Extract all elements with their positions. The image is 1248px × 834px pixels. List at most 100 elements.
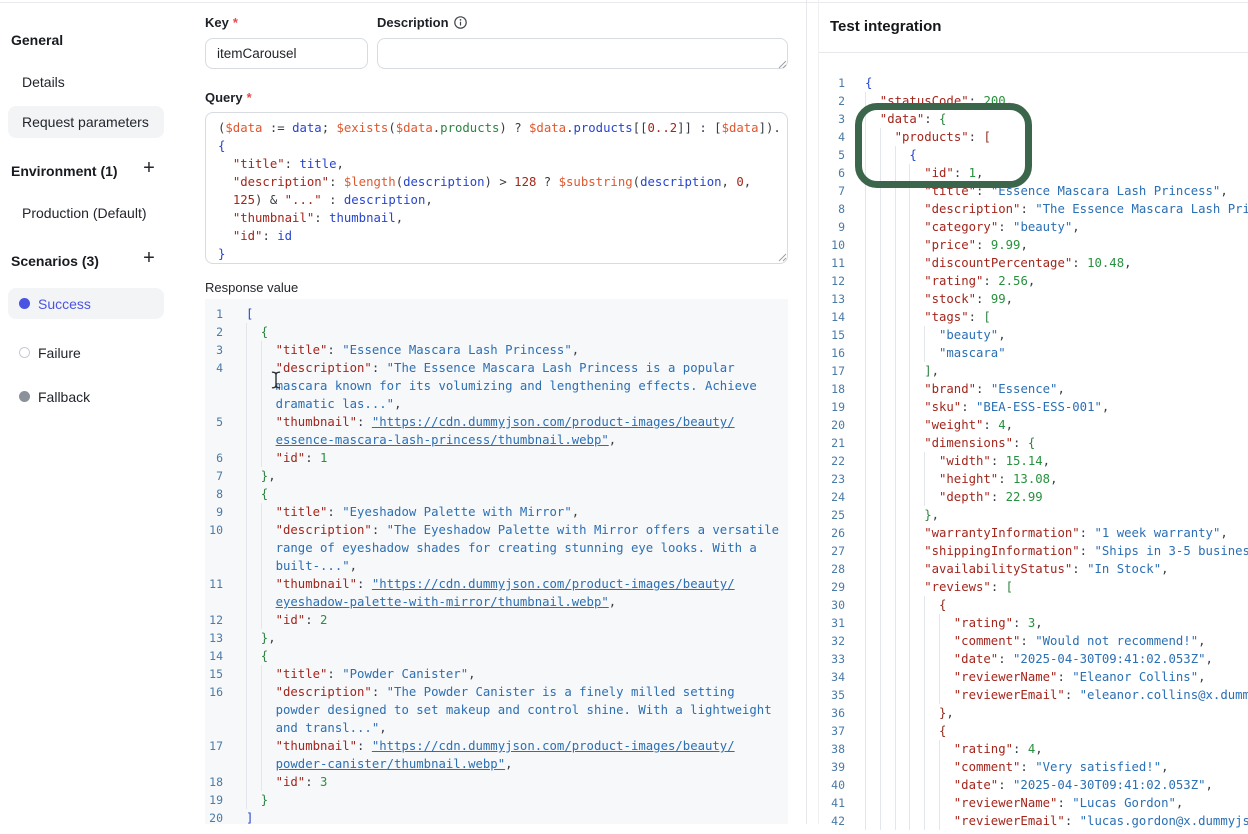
code-line: 17"thumbnail": "https://cdn.dummyjson.co…	[205, 737, 788, 755]
code-line: eyeshadow-palette-with-mirror/thumbnail.…	[205, 593, 788, 611]
code-line: 2{	[205, 323, 788, 341]
code-line: 10"description": "The Eyeshadow Palette …	[205, 521, 788, 539]
test-integration-title: Test integration	[830, 18, 941, 35]
code-line: powder designed to set makeup and contro…	[205, 701, 788, 719]
code-line: 8{	[205, 485, 788, 503]
code-line: 5{	[830, 146, 1248, 164]
code-line: 6"id": 1	[205, 449, 788, 467]
sidebar-section-scenarios: Scenarios (3)	[11, 253, 99, 269]
code-line: 17],	[830, 362, 1248, 380]
code-line: {	[218, 137, 787, 155]
code-line: 12"id": 2	[205, 611, 788, 629]
scenario-item-success[interactable]: Success	[8, 288, 164, 319]
description-textarea[interactable]	[377, 38, 788, 69]
code-line: 37{	[830, 722, 1248, 740]
scenario-item-fallback[interactable]: Fallback	[8, 381, 164, 412]
code-line: mascara known for its volumizing and len…	[205, 377, 788, 395]
code-line: 35"reviewerEmail": "eleanor.collins@x.du…	[830, 686, 1248, 704]
code-line: 34"reviewerName": "Eleanor Collins",	[830, 668, 1248, 686]
code-line: 1[	[205, 305, 788, 323]
code-line: 27"shippingInformation": "Ships in 3-5 b…	[830, 542, 1248, 560]
code-line: 15"beauty",	[830, 326, 1248, 344]
scenario-item-failure[interactable]: Failure	[8, 337, 164, 368]
required-asterisk: *	[247, 90, 252, 105]
code-line: 23"height": 13.08,	[830, 470, 1248, 488]
query-label: Query*	[205, 90, 252, 105]
sidebar-item-details[interactable]: Details	[8, 66, 164, 98]
key-input[interactable]	[205, 38, 368, 69]
code-line: 11"thumbnail": "https://cdn.dummyjson.co…	[205, 575, 788, 593]
code-line: range of eyeshadow shades for creating s…	[205, 539, 788, 557]
sidebar-item-production[interactable]: Production (Default)	[8, 197, 164, 229]
code-line: 28"availabilityStatus": "In Stock",	[830, 560, 1248, 578]
code-line: 42"reviewerEmail": "lucas.gordon@x.dummy…	[830, 812, 1248, 830]
code-line: 21"dimensions": {	[830, 434, 1248, 452]
code-line: ($data := data; $exists($data.products) …	[218, 119, 787, 137]
code-line: 4"description": "The Essence Mascara Las…	[205, 359, 788, 377]
code-line: "description": $length(description) > 12…	[218, 173, 787, 191]
code-line: 3"title": "Essence Mascara Lash Princess…	[205, 341, 788, 359]
add-scenario-button[interactable]: +	[138, 247, 160, 269]
code-line: 32"comment": "Would not recommend!",	[830, 632, 1248, 650]
code-line: 16"description": "The Powder Canister is…	[205, 683, 788, 701]
sidebar: General Details Request parameters Envir…	[0, 0, 196, 824]
code-line: 13},	[205, 629, 788, 647]
plus-icon: +	[143, 157, 155, 180]
response-value-label: Response value	[205, 280, 298, 295]
code-line: 36},	[830, 704, 1248, 722]
info-icon	[454, 16, 467, 29]
sidebar-section-general: General	[11, 32, 63, 48]
code-line: 31"rating": 3,	[830, 614, 1248, 632]
code-line: 26"warrantyInformation": "1 week warrant…	[830, 524, 1248, 542]
code-line: 18"brand": "Essence",	[830, 380, 1248, 398]
code-line: "id": id	[218, 227, 787, 245]
code-line: 30{	[830, 596, 1248, 614]
required-asterisk: *	[233, 15, 238, 30]
code-line: 7"title": "Essence Mascara Lash Princess…	[830, 182, 1248, 200]
code-line: 19}	[205, 791, 788, 809]
test-integration-content: Test integration 1{2"statusCode": 200,3"…	[818, 0, 1248, 824]
response-value-editor[interactable]: 1[2{3"title": "Essence Mascara Lash Prin…	[205, 299, 788, 824]
code-line: 4"products": [	[830, 128, 1248, 146]
code-line: essence-mascara-lash-princess/thumbnail.…	[205, 431, 788, 449]
code-line: }	[218, 245, 787, 263]
code-line: 39"comment": "Very satisfied!",	[830, 758, 1248, 776]
code-line: 3"data": {	[830, 110, 1248, 128]
code-line: 24"depth": 22.99	[830, 488, 1248, 506]
code-line: 25},	[830, 506, 1248, 524]
test-output-editor[interactable]: 1{2"statusCode": 200,3"data": {4"product…	[819, 74, 1248, 834]
code-line: 29"reviews": [	[830, 578, 1248, 596]
add-environment-button[interactable]: +	[138, 157, 160, 179]
code-line: 19"sku": "BEA-ESS-ESS-001",	[830, 398, 1248, 416]
code-line: built-...",	[205, 557, 788, 575]
code-line: 7},	[205, 467, 788, 485]
code-line: 40"date": "2025-04-30T09:41:02.053Z",	[830, 776, 1248, 794]
code-line: 15"title": "Powder Canister",	[205, 665, 788, 683]
sidebar-item-request-parameters[interactable]: Request parameters	[8, 106, 164, 138]
code-line: 9"title": "Eyeshadow Palette with Mirror…	[205, 503, 788, 521]
description-label: Description	[377, 15, 467, 30]
code-line: 33"date": "2025-04-30T09:41:02.053Z",	[830, 650, 1248, 668]
query-editor[interactable]: ($data := data; $exists($data.products) …	[205, 112, 788, 264]
code-line: 16"mascara"	[830, 344, 1248, 362]
code-line: 9"category": "beauty",	[830, 218, 1248, 236]
plus-icon: +	[143, 247, 155, 270]
code-line: 20]	[205, 809, 788, 824]
code-line: 14{	[205, 647, 788, 665]
code-line: 41"reviewerName": "Lucas Gordon",	[830, 794, 1248, 812]
code-line: 125) & "..." : description,	[218, 191, 787, 209]
code-line: 8"description": "The Essence Mascara Las…	[830, 200, 1248, 218]
code-line: 10"price": 9.99,	[830, 236, 1248, 254]
scenario-status-dot-outline	[19, 347, 30, 358]
code-line: 18"id": 3	[205, 773, 788, 791]
code-line: 11"discountPercentage": 10.48,	[830, 254, 1248, 272]
code-line: "thumbnail": thumbnail,	[218, 209, 787, 227]
code-line: 22"width": 15.14,	[830, 452, 1248, 470]
code-line: and transl...",	[205, 719, 788, 737]
form-panel: Key* Description Query* ($data := data; …	[196, 0, 806, 824]
key-label: Key*	[205, 15, 238, 30]
code-line: 13"stock": 99,	[830, 290, 1248, 308]
code-line: 6"id": 1,	[830, 164, 1248, 182]
scenario-status-dot-gray	[19, 391, 30, 402]
test-integration-header: Test integration	[819, 0, 1248, 53]
